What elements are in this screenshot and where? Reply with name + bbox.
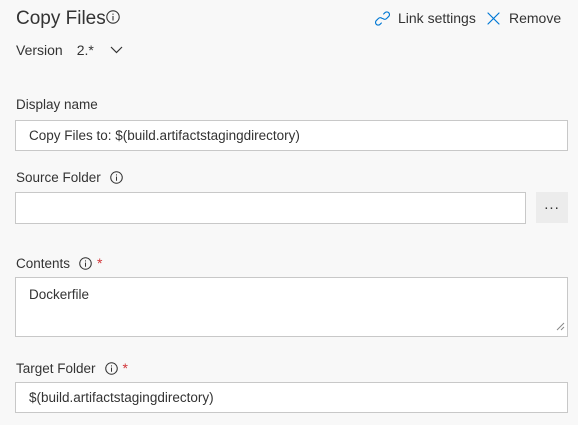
target-folder-label-text: Target Folder: [16, 360, 96, 376]
browse-button[interactable]: ...: [536, 192, 568, 223]
target-folder-input[interactable]: $(build.artifactstagingdirectory): [15, 382, 568, 413]
display-name-label: Display name: [16, 97, 98, 112]
contents-value: Dockerfile: [29, 287, 90, 302]
required-marker: *: [122, 360, 128, 376]
contents-label: Contents *: [16, 255, 103, 271]
link-settings-label: Link settings: [398, 10, 476, 26]
info-icon[interactable]: [106, 10, 120, 24]
version-value: 2.*: [76, 42, 94, 58]
display-name-value: Copy Files to: $(build.artifactstagingdi…: [29, 128, 300, 143]
version-label: Version: [16, 42, 63, 58]
source-folder-label: Source Folder: [16, 170, 123, 185]
version-selector: Version 2.*: [16, 42, 123, 58]
resize-handle-icon[interactable]: [556, 319, 565, 334]
contents-textarea[interactable]: Dockerfile: [15, 277, 568, 337]
info-icon[interactable]: [110, 171, 123, 184]
target-folder-value: $(build.artifactstagingdirectory): [29, 390, 214, 405]
chevron-down-icon[interactable]: [110, 46, 123, 54]
task-title: Copy Files: [16, 8, 106, 29]
link-settings-button[interactable]: Link settings: [375, 9, 476, 27]
required-marker: *: [97, 255, 103, 271]
close-icon: [487, 11, 500, 25]
remove-label: Remove: [509, 10, 562, 26]
info-icon[interactable]: [104, 361, 118, 375]
info-icon[interactable]: [79, 256, 92, 270]
contents-label-text: Contents: [16, 255, 71, 271]
task-header: Copy Files Link settings Remove Version …: [0, 0, 578, 88]
remove-button[interactable]: Remove: [487, 9, 561, 27]
target-folder-label: Target Folder *: [16, 360, 128, 376]
display-name-input[interactable]: Copy Files to: $(build.artifactstagingdi…: [15, 120, 568, 151]
source-folder-label-text: Source Folder: [16, 170, 101, 185]
source-folder-input[interactable]: [15, 192, 526, 224]
link-icon: [375, 10, 390, 26]
display-name-label-text: Display name: [16, 97, 98, 112]
browse-label: ...: [544, 196, 560, 213]
